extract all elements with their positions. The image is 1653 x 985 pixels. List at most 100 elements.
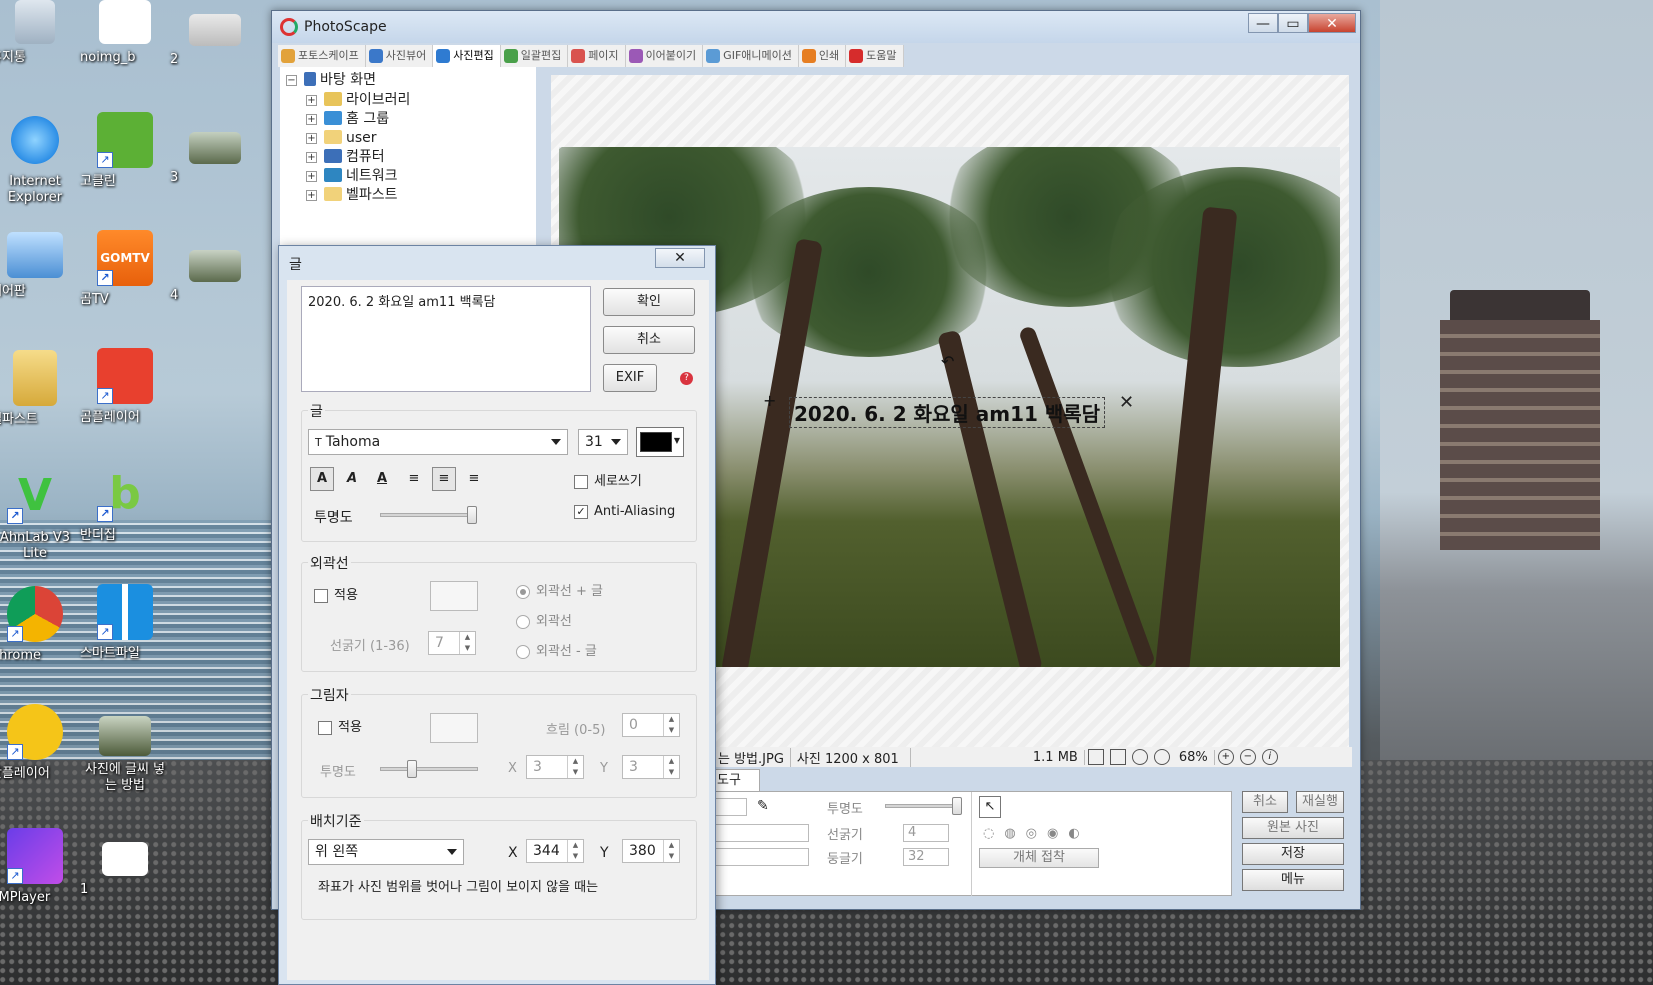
attach-object-button[interactable]: 개체 접착 [979, 848, 1099, 868]
desktop-icon-chrome[interactable]: ↗ Chrome [0, 586, 80, 663]
tab-viewer[interactable]: 사진뷰어 [366, 45, 434, 67]
align-left-icon[interactable]: ≡ [402, 467, 426, 491]
cancel-button[interactable]: 취소 [603, 326, 695, 354]
tab-page[interactable]: 페이지 [568, 45, 626, 67]
tab-tools[interactable]: 도구 [712, 769, 760, 791]
antialiasing-checkbox[interactable]: ✓ Anti-Aliasing [574, 503, 675, 521]
desktop-icon-goclean[interactable]: ↗ 고클린 [80, 112, 170, 189]
bold-button[interactable]: A [310, 467, 334, 491]
desktop-icon-2[interactable]: 2 [170, 14, 260, 67]
redo-button[interactable]: 재실행 [1296, 791, 1344, 813]
select-pointer-icon[interactable]: ↖ [979, 796, 1001, 818]
text-color-picker[interactable]: ▼ [636, 427, 684, 457]
spinner-arrows-icon[interactable]: ▲ ▼ [663, 840, 679, 862]
spinner-arrows-icon[interactable]: ▲ ▼ [663, 756, 679, 778]
zoom-actual-icon[interactable] [1131, 749, 1148, 765]
menu-button[interactable]: 메뉴 [1242, 869, 1344, 891]
zoom-fit-icon[interactable] [1153, 749, 1170, 765]
desktop-icon-gomplayer[interactable]: ↗ 곰플레이어 [80, 348, 170, 425]
maximize-button[interactable]: ▭ [1278, 13, 1308, 33]
zoom-out-icon[interactable]: − [1239, 749, 1256, 765]
desktop-icon-potplayer[interactable]: ↗ 팟플레이어 [0, 704, 80, 781]
delete-object-icon[interactable]: ✕ [1119, 392, 1134, 413]
exif-button[interactable]: EXIF [603, 364, 657, 392]
zoom-in-icon[interactable]: + [1217, 749, 1234, 765]
save-button[interactable]: 저장 [1242, 843, 1344, 865]
tree-item-library[interactable]: + 라이브러리 [306, 91, 410, 110]
outline-color-picker[interactable] [430, 581, 478, 611]
radio-outline-plus-text[interactable]: 외곽선 + 글 [516, 583, 603, 601]
original-photo-button[interactable]: 원본 사진 [1242, 817, 1344, 839]
align-right-icon[interactable]: ≡ [462, 467, 486, 491]
italic-button[interactable]: A [340, 467, 364, 491]
desktop-icon-photo-text-guide[interactable]: 사진에 글씨 넣는 방법 [80, 716, 170, 793]
object-tools-icons[interactable]: ◌◍◎◉◐ [983, 826, 1090, 841]
outline-apply-checkbox[interactable]: 적용 [314, 587, 358, 605]
text-opacity-slider[interactable] [380, 506, 477, 524]
tool-color-select[interactable] [713, 848, 809, 866]
outline-thickness-spinner[interactable]: 7 ▲ ▼ [428, 631, 476, 655]
shadow-apply-checkbox[interactable]: 적용 [318, 719, 362, 737]
desktop-icon-ahnlab-v3[interactable]: V ↗ AhnLab V3 Lite [0, 468, 80, 561]
tab-print[interactable]: 인쇄 [799, 45, 847, 67]
position-y-spinner[interactable]: 380 ▲ ▼ [622, 839, 680, 863]
position-x-spinner[interactable]: 344 ▲ ▼ [526, 839, 584, 863]
desktop-icon-1[interactable]: 1 [80, 842, 170, 897]
align-center-icon[interactable]: ≡ [432, 467, 456, 491]
spinner-arrows-icon[interactable]: ▲ ▼ [567, 756, 583, 778]
desktop-icon-control-panel[interactable]: 제어판 [0, 232, 80, 299]
text-input[interactable]: 2020. 6. 2 화요일 am11 백록담 [301, 286, 591, 392]
shadow-color-picker[interactable] [430, 713, 478, 743]
ok-button[interactable]: 확인 [603, 288, 695, 316]
desktop-icon-belfast-folder[interactable]: 벨파스트 [0, 350, 80, 427]
desktop-icon-internet-explorer[interactable]: Internet Explorer [0, 112, 80, 205]
tool-dropdown[interactable] [713, 798, 747, 816]
fit-screen-icon[interactable] [1109, 749, 1126, 765]
shadow-opacity-slider[interactable] [380, 760, 478, 778]
tab-photoscape[interactable]: 포토스케이프 [278, 45, 366, 67]
desktop-icon-gomtv[interactable]: GOMTV ↗ 곰TV [80, 230, 170, 307]
roundness-input[interactable]: 32 [903, 848, 949, 866]
tab-combine[interactable]: 이어붙이기 [626, 45, 704, 67]
photo-text-object[interactable]: 2020. 6. 2 화요일 am11 백록담 [789, 397, 1106, 428]
tree-item-network[interactable]: + 네트워크 [306, 167, 398, 186]
info-icon[interactable]: i [1261, 749, 1278, 765]
spinner-arrows-icon[interactable]: ▲ ▼ [459, 632, 475, 654]
slider-thumb[interactable] [407, 760, 417, 778]
spinner-arrows-icon[interactable]: ▲ ▼ [567, 840, 583, 862]
rotate-handle-icon[interactable]: ↶ [941, 352, 954, 371]
slider-thumb[interactable] [952, 797, 962, 815]
shadow-x-spinner[interactable]: 3 ▲ ▼ [526, 755, 584, 779]
desktop-icon-smartfile[interactable]: ↗ 스마트파일 [80, 584, 170, 661]
desktop-icon-bandizip[interactable]: b ↗ 반디집 [80, 466, 170, 543]
anchor-select[interactable]: 위 왼쪽 [308, 839, 464, 865]
tab-gif-animation[interactable]: GIF애니메이션 [703, 45, 799, 67]
tree-item-computer[interactable]: + 컴퓨터 [306, 148, 385, 167]
checkerboard-icon[interactable] [1087, 749, 1104, 765]
eyedropper-icon[interactable]: ✎ [757, 798, 769, 814]
desktop-icon-recycle-bin[interactable]: 휴지통 [0, 0, 80, 65]
shadow-y-spinner[interactable]: 3 ▲ ▼ [622, 755, 680, 779]
tree-root-desktop[interactable]: − 바탕 화면 [286, 71, 376, 90]
dialog-close-button[interactable]: ✕ [655, 248, 705, 268]
tab-batch-editor[interactable]: 일괄편집 [501, 45, 569, 67]
move-handle-icon[interactable]: + [763, 391, 776, 410]
tab-editor[interactable]: 사진편집 [433, 45, 501, 67]
undo-button[interactable]: 취소 [1242, 791, 1288, 813]
tool-opacity-slider[interactable] [885, 797, 962, 815]
font-select[interactable]: T Tahoma [308, 429, 568, 455]
desktop-icon-4[interactable]: 4 [170, 250, 260, 303]
desktop-icon-kmplayer[interactable]: ↗ KMPlayer [0, 828, 80, 905]
tab-help[interactable]: 도움말 [846, 45, 904, 67]
radio-outline-minus-text[interactable]: 외곽선 - 글 [516, 643, 597, 661]
title-bar[interactable]: PhotoScape [272, 11, 1360, 43]
slider-thumb[interactable] [467, 506, 477, 524]
desktop-icon-noimg[interactable]: noimg_b [80, 0, 170, 65]
help-icon[interactable]: ? [680, 372, 693, 385]
tool-style-select[interactable] [713, 824, 809, 842]
tree-item-user[interactable]: + user [306, 129, 377, 148]
thickness-input[interactable]: 4 [903, 824, 949, 842]
spinner-arrows-icon[interactable]: ▲ ▼ [663, 714, 679, 736]
desktop-icon-3[interactable]: 3 [170, 132, 260, 185]
close-button[interactable]: ✕ [1308, 13, 1356, 33]
